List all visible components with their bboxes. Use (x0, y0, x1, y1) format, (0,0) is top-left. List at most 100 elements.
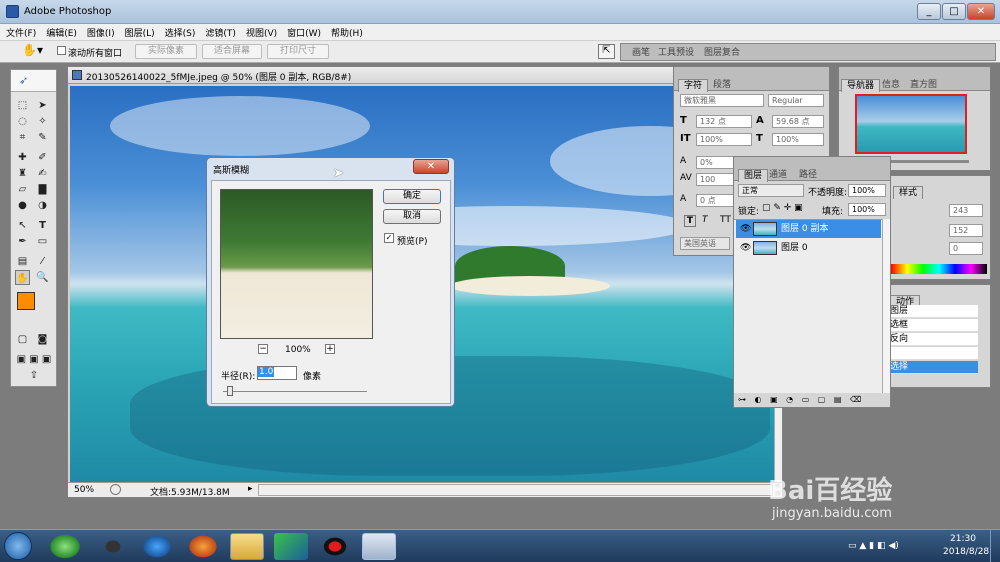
maximize-button[interactable]: □ (942, 3, 966, 20)
brush-tool-icon[interactable]: ✐ (35, 150, 50, 165)
menu-edit[interactable]: 编辑(E) (40, 24, 81, 39)
preview-checkbox[interactable]: ✓ (384, 233, 394, 243)
kerning-field[interactable]: 0 点 (696, 194, 736, 207)
leading-field[interactable]: 59.68 点 (772, 115, 824, 128)
visibility-eye-icon[interactable]: 👁 (740, 239, 751, 257)
fit-screen-button[interactable]: 适合屏幕 (202, 44, 262, 59)
blur-tool-icon[interactable]: ● (15, 198, 30, 213)
notes-tool-icon[interactable]: ▤ (15, 254, 30, 269)
scroll-all-checkbox[interactable] (57, 46, 66, 55)
clock-date[interactable]: 2018/8/28 (943, 547, 989, 557)
visibility-eye-icon[interactable]: 👁 (740, 220, 751, 238)
action-item[interactable]: 选框 (890, 319, 978, 332)
tab-brushes[interactable]: 画笔 (627, 47, 655, 60)
move-tool-icon[interactable]: ➤ (35, 98, 50, 113)
lock-icons[interactable]: ▢ ✎ ✛ ▣ (762, 203, 803, 213)
tab-layer-comps[interactable]: 图层复合 (699, 47, 745, 60)
font-size-field[interactable]: 132 点 (696, 115, 752, 128)
language-select[interactable]: 美国英语 (680, 237, 730, 250)
green-value[interactable]: 152 (949, 224, 983, 237)
show-desktop-button[interactable] (990, 530, 1000, 562)
healing-brush-icon[interactable]: ✚ (15, 150, 30, 165)
action-item[interactable]: 反向 (890, 333, 978, 346)
layer-row[interactable]: 👁 图层 0 (736, 239, 881, 257)
blend-mode-select[interactable]: 正常 (738, 184, 804, 197)
taskbar-app-firefox-icon[interactable] (186, 533, 220, 560)
foreground-color-swatch[interactable] (17, 292, 35, 310)
menu-select[interactable]: 选择(S) (159, 24, 200, 39)
taskbar-app-qq-icon[interactable] (96, 533, 130, 560)
menu-layer[interactable]: 图层(L) (119, 24, 159, 39)
crop-tool-icon[interactable]: ⌗ (15, 130, 30, 145)
layers-footer-icons[interactable]: ⊶ ◐ ▣ ◔ ▭ ▢ ▤ ⌫ (738, 395, 886, 404)
close-button[interactable]: ✕ (967, 3, 995, 20)
stamp-tool-icon[interactable]: ♜ (15, 166, 30, 181)
path-select-icon[interactable]: ↖ (15, 218, 30, 233)
actual-pixels-button[interactable]: 实际像素 (135, 44, 197, 59)
tab-info[interactable]: 信息 (877, 79, 905, 92)
pen-tool-icon[interactable]: ✒ (15, 234, 30, 249)
faux-bold-button[interactable]: T (684, 215, 696, 227)
menu-filter[interactable]: 滤镜(T) (199, 24, 240, 39)
hand-tool-icon[interactable]: ✋▾ (22, 43, 43, 57)
tab-tool-presets[interactable]: 工具预设 (653, 47, 699, 60)
marquee-tool-icon[interactable]: ⬚ (15, 98, 30, 113)
vertical-scale-field[interactable]: 100% (696, 133, 752, 146)
horizontal-scrollbar[interactable] (258, 484, 773, 496)
menu-window[interactable]: 窗口(W) (281, 24, 325, 39)
print-size-button[interactable]: 打印尺寸 (267, 44, 329, 59)
layer-row-selected[interactable]: 👁 图层 0 副本 (736, 220, 881, 238)
preview-zoom-out-button[interactable]: − (258, 344, 268, 354)
layers-scrollbar[interactable] (882, 219, 890, 393)
taskbar-app-photoshop-icon[interactable] (362, 533, 396, 560)
jump-to-imageready-icon[interactable]: ⇪ (17, 368, 51, 383)
radius-input[interactable]: 1.0 (257, 366, 297, 380)
dialog-close-button[interactable]: ✕ (413, 159, 449, 174)
dodge-tool-icon[interactable]: ◑ (35, 198, 50, 213)
lasso-tool-icon[interactable]: ◌ (15, 114, 30, 129)
status-menu-arrow-icon[interactable]: ▸ (248, 484, 253, 494)
minimize-button[interactable]: _ (917, 3, 941, 20)
menu-file[interactable]: 文件(F) (0, 24, 40, 39)
tab-paths[interactable]: 路径 (794, 169, 822, 182)
eyedropper-tool-icon[interactable]: ⁄ (35, 254, 50, 269)
all-caps-button[interactable]: TT (720, 215, 731, 225)
radius-slider-track[interactable] (223, 391, 367, 392)
screen-mode-icon[interactable]: ▣ ▣ ▣ (13, 352, 55, 367)
clock-time[interactable]: 21:30 (950, 534, 976, 544)
type-tool-icon[interactable]: T (35, 218, 50, 233)
preview-zoom-in-button[interactable]: + (325, 344, 335, 354)
fill-field[interactable]: 100% (848, 203, 886, 216)
start-button[interactable] (4, 532, 32, 560)
baseline-field[interactable]: 0% (696, 156, 736, 169)
zoom-level[interactable]: 50% (74, 485, 94, 495)
quick-mask-icon[interactable]: ◙ (35, 332, 50, 347)
tab-histogram[interactable]: 直方图 (905, 79, 942, 92)
font-style-select[interactable]: Regular (768, 94, 824, 107)
taskbar-app-recorder-icon[interactable] (318, 533, 352, 560)
navigator-thumbnail[interactable] (855, 94, 967, 154)
history-brush-icon[interactable]: ✍ (35, 166, 50, 181)
menu-image[interactable]: 图像(I) (81, 24, 119, 39)
action-item[interactable] (890, 347, 978, 360)
cancel-button[interactable]: 取消 (383, 209, 441, 224)
horizontal-scale-field[interactable]: 100% (772, 133, 824, 146)
tray-icons[interactable]: ▭ ▲ ▮ ◧ ◀) (848, 541, 899, 551)
taskbar-app-media-icon[interactable] (140, 533, 174, 560)
opacity-field[interactable]: 100% (848, 184, 886, 197)
ok-button[interactable]: 确定 (383, 189, 441, 204)
zoom-tool-icon[interactable]: 🔍 (35, 270, 50, 285)
slice-tool-icon[interactable]: ✎ (35, 130, 50, 145)
faux-italic-button[interactable]: T (702, 215, 708, 225)
taskbar-app-green-icon[interactable] (274, 533, 308, 560)
magic-wand-icon[interactable]: ✧ (35, 114, 50, 129)
action-item[interactable]: 图层 (890, 305, 978, 318)
blue-value[interactable]: 0 (949, 242, 983, 255)
file-browser-icon[interactable]: ⇱ (598, 44, 615, 59)
shape-tool-icon[interactable]: ▭ (35, 234, 50, 249)
tab-character[interactable]: 字符 (678, 79, 709, 92)
taskbar-app-360-icon[interactable] (48, 533, 82, 560)
menu-help[interactable]: 帮助(H) (325, 24, 367, 39)
gradient-tool-icon[interactable]: ▇ (35, 182, 50, 197)
red-value[interactable]: 243 (949, 204, 983, 217)
